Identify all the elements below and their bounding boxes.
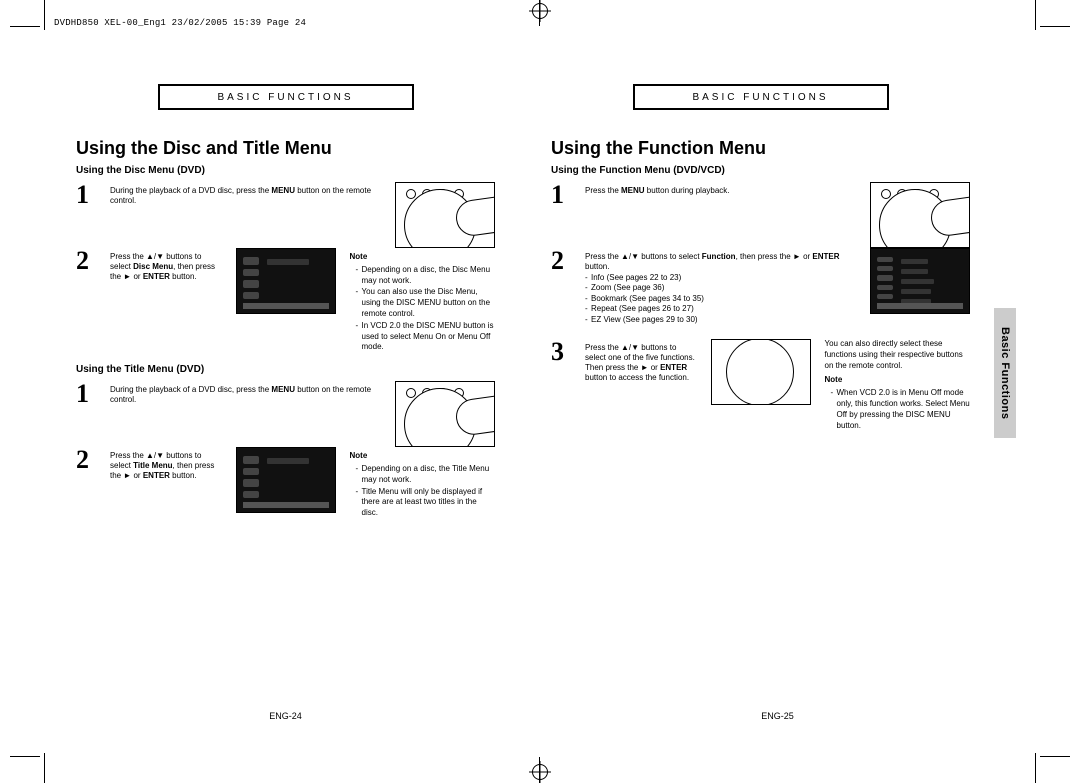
step-text: During the playback of a DVD disc, press… (110, 381, 381, 407)
step: 1 Press the MENU button during playback. (551, 182, 856, 208)
remote-figure (711, 339, 811, 405)
screen-figure (236, 447, 336, 513)
subheading-title: Using the Title Menu (DVD) (76, 364, 495, 375)
menu-item (901, 289, 931, 294)
page-title: Using the Disc and Title Menu (76, 138, 495, 159)
remote-figure (870, 182, 970, 248)
step: 2 Press the ▲/▼ buttons to select Disc M… (76, 248, 222, 282)
remote-figure (395, 381, 495, 447)
section-pill: BASIC FUNCTIONS (633, 84, 889, 110)
step-text: Press the ▲/▼ buttons to select Disc Men… (110, 248, 222, 282)
section-pill: BASIC FUNCTIONS (158, 84, 414, 110)
page-left: BASIC FUNCTIONS Using the Disc and Title… (48, 40, 523, 743)
running-header: DVDHD850 XEL-00_Eng1 23/02/2005 15:39 Pa… (54, 18, 306, 28)
page-number: ENG-24 (269, 711, 302, 721)
page-title: Using the Function Menu (551, 138, 970, 159)
side-tab: Basic Functions (994, 308, 1016, 438)
note-block: Note Depending on a disc, the Title Menu… (350, 451, 496, 520)
step: 1 During the playback of a DVD disc, pre… (76, 381, 381, 407)
screen-figure (870, 248, 970, 314)
screen-figure (236, 248, 336, 314)
menu-item (901, 269, 928, 274)
menu-items (901, 259, 961, 304)
step: 2 Press the ▲/▼ buttons to select Functi… (551, 248, 856, 325)
step-text: Press the ▲/▼ buttons to select Title Me… (110, 447, 222, 481)
note-block: Note When VCD 2.0 is in Menu Off mode on… (825, 375, 971, 431)
aside-text: You can also directly select these funct… (825, 339, 971, 371)
step-text: Press the ▲/▼ buttons to select one of t… (585, 339, 697, 383)
step: 3 Press the ▲/▼ buttons to select one of… (551, 339, 697, 383)
note-block: Note Depending on a disc, the Disc Menu … (350, 252, 496, 354)
page-number: ENG-25 (761, 711, 794, 721)
step-text: Press the MENU button during playback. (585, 182, 856, 208)
step: 1 During the playback of a DVD disc, pre… (76, 182, 381, 208)
step-text: During the playback of a DVD disc, press… (110, 182, 381, 208)
page-right: BASIC FUNCTIONS Using the Function Menu … (523, 40, 1032, 743)
subheading-disc: Using the Disc Menu (DVD) (76, 165, 495, 176)
step: 2 Press the ▲/▼ buttons to select Title … (76, 447, 222, 481)
menu-item (901, 259, 928, 264)
subheading-fn: Using the Function Menu (DVD/VCD) (551, 165, 970, 176)
step-text: Press the ▲/▼ buttons to select Function… (585, 248, 856, 325)
remote-figure (395, 182, 495, 248)
menu-item (901, 279, 934, 284)
